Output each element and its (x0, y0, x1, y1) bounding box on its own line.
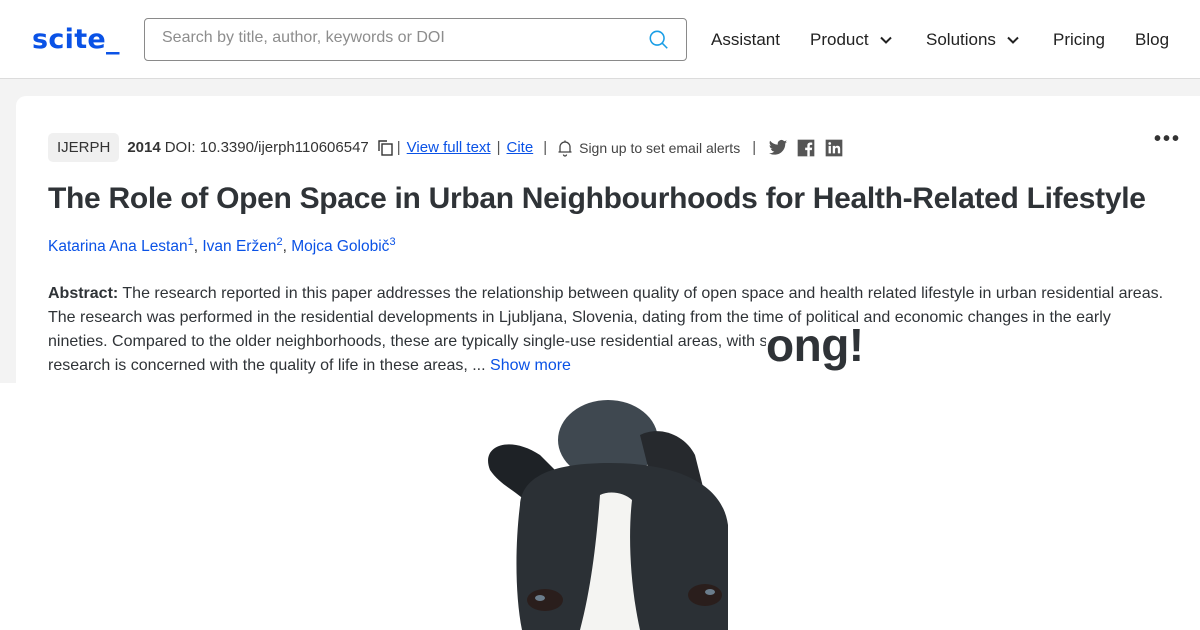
doi-text: DOI: 10.3390/ijerph110606547 (164, 139, 369, 156)
nav-pricing[interactable]: Pricing (1053, 30, 1105, 50)
abstract: Abstract: The research reported in this … (48, 282, 1168, 378)
email-alert-button[interactable]: Sign up to set email alerts (557, 139, 740, 157)
overlay-text: ong! (766, 319, 864, 371)
show-more-link[interactable]: Show more (490, 357, 571, 374)
dog-left-eye (527, 589, 563, 611)
author-name: Katarina Ana Lestan (48, 238, 188, 255)
separator: | (543, 139, 548, 156)
nav-product-label: Product (810, 30, 869, 49)
view-full-text-link[interactable]: View full text (407, 139, 491, 156)
paper-title: The Role of Open Space in Urban Neighbou… (48, 182, 1146, 215)
scite-logo[interactable]: scite_ (32, 24, 120, 55)
dog-photo (488, 400, 728, 630)
more-options-button[interactable]: ••• (1154, 128, 1181, 151)
author-name: Ivan Eržen (202, 238, 277, 255)
chevron-down-icon (879, 36, 892, 44)
separator: | (396, 139, 401, 156)
nav-solutions-label: Solutions (926, 30, 996, 49)
search-icon[interactable] (648, 29, 670, 51)
nav-blog-label: Blog (1135, 30, 1170, 49)
dog-right-eye (688, 584, 722, 606)
affiliation-number: 3 (389, 236, 396, 248)
author-link[interactable]: Katarina Ana Lestan1 (48, 236, 194, 255)
twitter-icon[interactable] (768, 138, 788, 158)
search-box[interactable] (144, 18, 687, 61)
linkedin-icon[interactable] (824, 138, 844, 158)
eye-highlight (705, 589, 715, 595)
abstract-label: Abstract: (48, 285, 119, 302)
author-link[interactable]: Mojca Golobič3 (291, 236, 396, 255)
author-separator: , (282, 238, 292, 255)
search-input[interactable] (162, 29, 632, 47)
abstract-text: The research reported in this paper addr… (48, 285, 1164, 350)
nav-product[interactable]: Product (810, 30, 893, 50)
separator: | (496, 139, 501, 156)
nav-assistant-label: Assistant (711, 30, 780, 49)
eye-highlight (535, 595, 545, 601)
journal-badge[interactable]: IJERPH (48, 133, 120, 162)
nav-assistant[interactable]: Assistant (711, 30, 780, 50)
email-alert-label: Sign up to set email alerts (579, 139, 741, 156)
nav-solutions[interactable]: Solutions (926, 30, 1020, 50)
author-link[interactable]: Ivan Eržen2 (202, 236, 282, 255)
chevron-down-icon (1007, 36, 1019, 44)
nav-pricing-label: Pricing (1053, 30, 1105, 49)
author-list: Katarina Ana Lestan1, Ivan Eržen2, Mojca… (48, 236, 396, 256)
author-name: Mojca Golobič (291, 238, 390, 255)
abstract-tail: research is concerned with the quality o… (48, 357, 486, 374)
separator: | (752, 139, 757, 156)
facebook-icon[interactable] (796, 138, 816, 158)
publication-year: 2014 (127, 139, 161, 156)
bell-icon (558, 140, 572, 157)
cite-link[interactable]: Cite (507, 139, 534, 156)
top-navigation-bar: scite_ Assistant Product Solutions Prici… (0, 0, 1200, 79)
paper-meta-row: IJERPH 2014 DOI: 10.3390/ijerph110606547… (48, 132, 852, 163)
copy-icon[interactable] (377, 139, 395, 157)
nav-blog[interactable]: Blog (1135, 30, 1169, 50)
